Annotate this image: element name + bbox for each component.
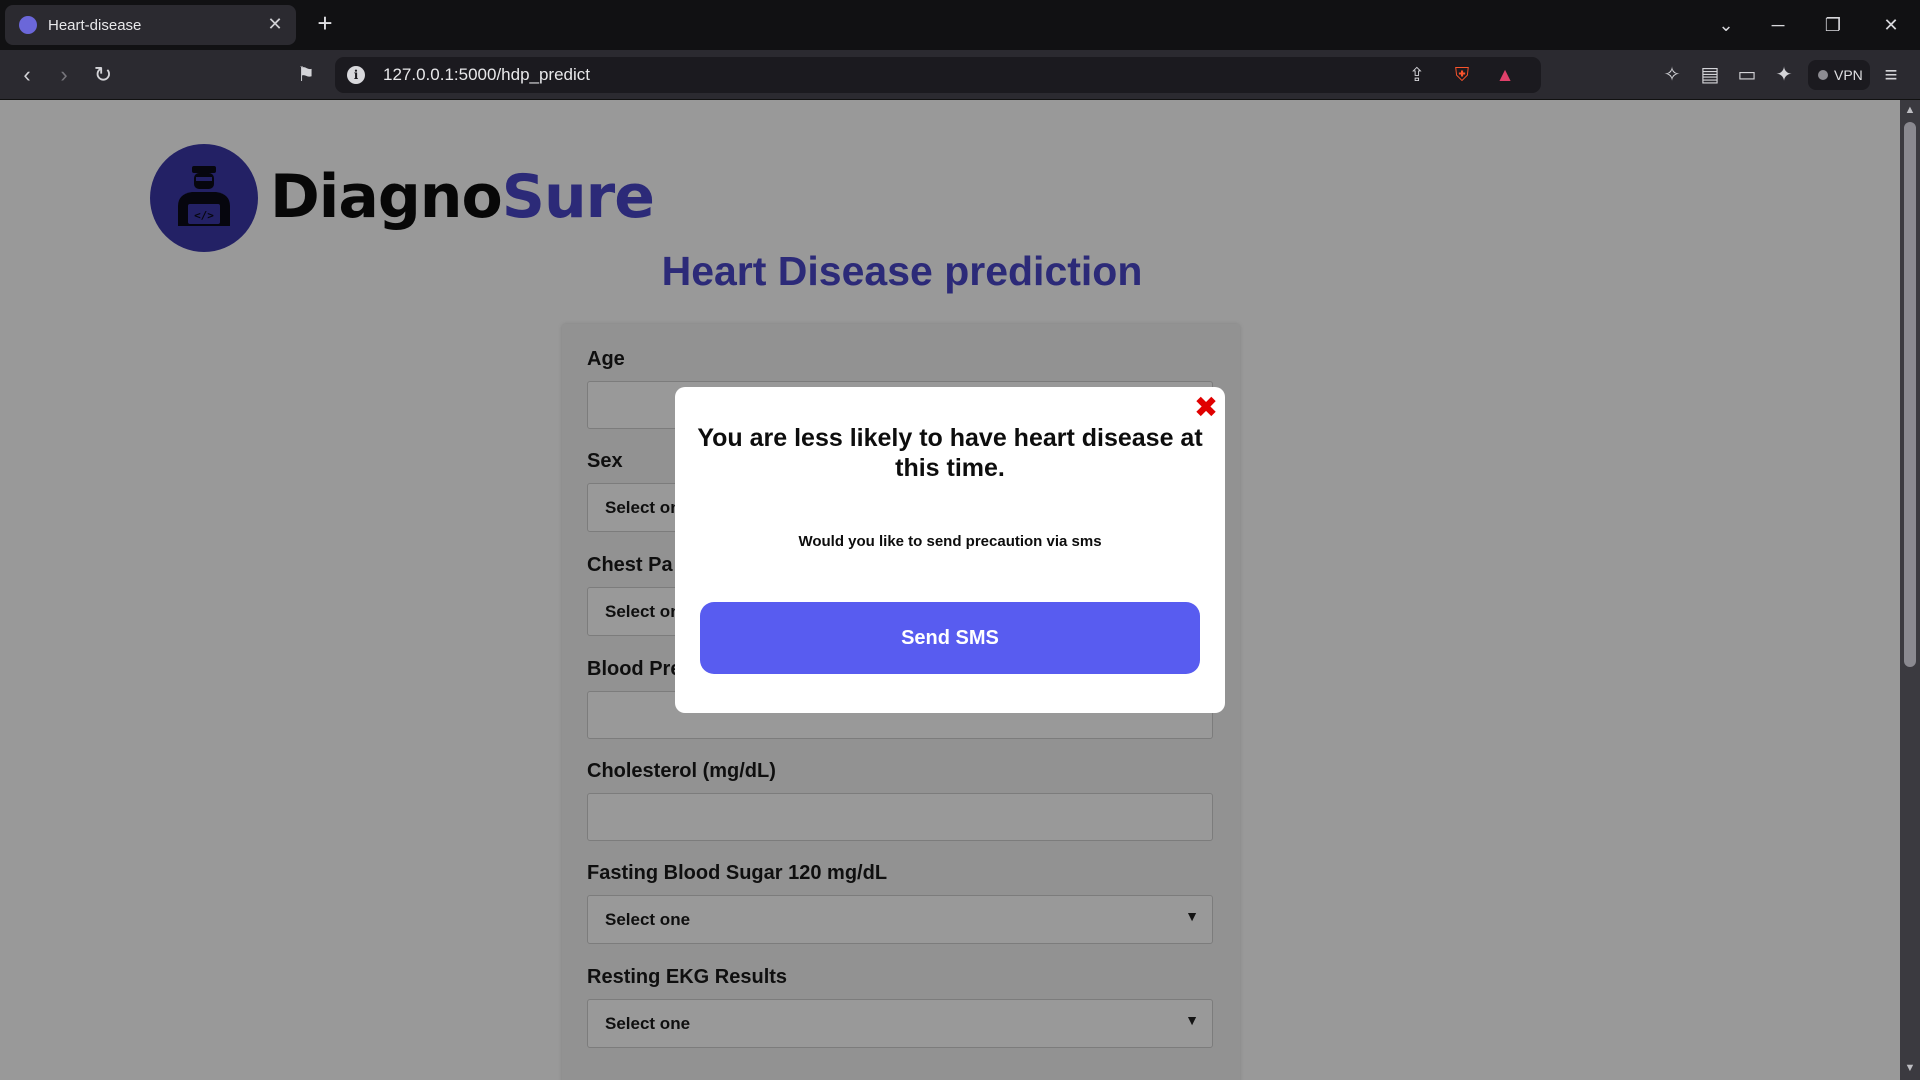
restore-button[interactable]: ❐ bbox=[1820, 12, 1846, 38]
tab-list-chevron-icon[interactable]: ⌄ bbox=[1713, 12, 1739, 38]
scroll-thumb[interactable] bbox=[1904, 122, 1916, 667]
send-sms-button[interactable]: Send SMS bbox=[700, 602, 1200, 674]
vpn-button[interactable]: VPN bbox=[1808, 60, 1870, 90]
tab-bar: Heart-disease ✕ + ⌄ ─ ❐ ✕ bbox=[0, 0, 1920, 50]
menu-icon[interactable]: ≡ bbox=[1878, 62, 1904, 88]
result-heading: You are less likely to have heart diseas… bbox=[697, 424, 1203, 482]
sidebar-icon[interactable]: ▤ bbox=[1697, 62, 1723, 88]
minimize-button[interactable]: ─ bbox=[1765, 12, 1791, 38]
reload-icon[interactable]: ↻ bbox=[90, 62, 116, 88]
tab-title: Heart-disease bbox=[48, 17, 142, 34]
wallet-icon[interactable]: ▭ bbox=[1734, 62, 1760, 88]
site-info-icon[interactable]: i bbox=[347, 66, 365, 84]
page-scrollbar[interactable]: ▲ ▼ bbox=[1900, 100, 1920, 1080]
result-modal: ✖ You are less likely to have heart dise… bbox=[675, 387, 1225, 713]
close-icon[interactable]: ✖ bbox=[1193, 393, 1219, 423]
vpn-label: VPN bbox=[1834, 67, 1863, 83]
bookmark-icon[interactable]: ⚑ bbox=[293, 62, 319, 88]
browser-toolbar: ‹ › ↻ ⚑ i 127.0.0.1:5000/hdp_predict ⇪ ⛨… bbox=[0, 50, 1920, 100]
new-tab-button[interactable]: + bbox=[312, 10, 338, 37]
sms-prompt-text: Would you like to send precaution via sm… bbox=[798, 533, 1102, 550]
share-icon[interactable]: ⇪ bbox=[1405, 64, 1429, 88]
address-bar[interactable]: i 127.0.0.1:5000/hdp_predict ⇪ ⛨ ▲ bbox=[335, 57, 1541, 93]
leo-ai-icon[interactable]: ✦ bbox=[1771, 62, 1797, 88]
url-text[interactable]: 127.0.0.1:5000/hdp_predict bbox=[383, 65, 590, 85]
brave-shield-icon[interactable]: ⛨ bbox=[1450, 64, 1474, 88]
favicon-icon bbox=[19, 16, 37, 34]
close-window-button[interactable]: ✕ bbox=[1878, 12, 1904, 38]
forward-icon[interactable]: › bbox=[51, 62, 77, 88]
browser-tab[interactable]: Heart-disease ✕ bbox=[5, 5, 296, 45]
extensions-icon[interactable]: ✧ bbox=[1659, 62, 1685, 88]
scroll-down-icon[interactable]: ▼ bbox=[1903, 1062, 1917, 1074]
scroll-up-icon[interactable]: ▲ bbox=[1903, 104, 1917, 116]
brave-rewards-icon[interactable]: ▲ bbox=[1493, 64, 1517, 88]
back-icon[interactable]: ‹ bbox=[14, 62, 40, 88]
close-tab-icon[interactable]: ✕ bbox=[264, 13, 286, 35]
vpn-status-icon bbox=[1818, 70, 1828, 80]
